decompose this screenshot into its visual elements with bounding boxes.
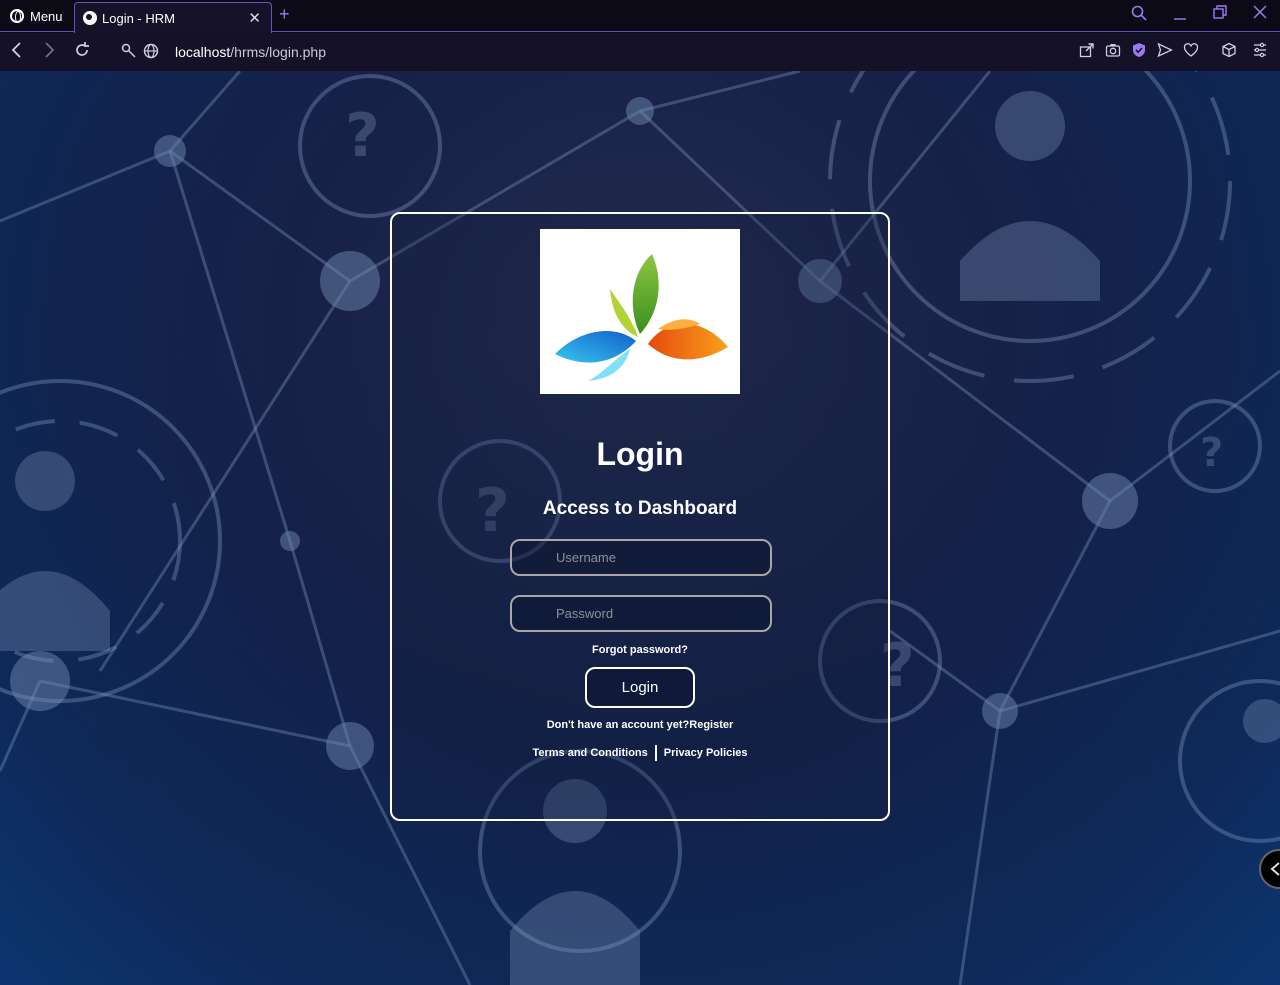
send-icon[interactable] <box>1157 42 1174 62</box>
reload-icon[interactable] <box>74 41 90 64</box>
vpn-shield-icon[interactable] <box>1131 42 1147 62</box>
share-icon[interactable] <box>1079 42 1095 62</box>
key-icon[interactable] <box>121 43 137 64</box>
tab-bar: Menu Login - HRM ✕ + <box>0 0 1280 33</box>
url-field[interactable]: localhost/hrms/login.php <box>175 44 326 60</box>
privacy-link[interactable]: Privacy Policies <box>664 747 748 759</box>
cube-icon[interactable] <box>1221 42 1237 62</box>
register-prompt-line: Don't have an account yet?Register <box>392 719 888 731</box>
company-logo <box>540 229 740 394</box>
address-bar: localhost/hrms/login.php <box>0 33 1280 71</box>
tab-title: Login - HRM <box>102 10 175 26</box>
login-button[interactable]: Login <box>585 667 695 708</box>
login-page: ? ? ? ? Login Access to Dashboard Userna… <box>0 71 1280 985</box>
easy-setup-icon[interactable] <box>1253 42 1267 62</box>
search-tabs-icon[interactable] <box>1131 5 1147 25</box>
username-input[interactable] <box>510 539 772 576</box>
page-title: Login <box>596 436 684 472</box>
login-card: Login Access to Dashboard Forgot passwor… <box>390 212 890 821</box>
svg-text:?: ? <box>345 101 380 171</box>
forgot-password-link[interactable]: Forgot password? <box>392 644 888 656</box>
footer-links: Terms and Conditions Privacy Policies <box>392 745 888 761</box>
terms-link[interactable]: Terms and Conditions <box>532 747 647 759</box>
menu-label: Menu <box>30 8 63 24</box>
site-info-globe-icon[interactable] <box>143 43 159 64</box>
chevron-left-icon <box>1270 862 1280 876</box>
tab-login-hrm[interactable]: Login - HRM ✕ <box>74 2 272 33</box>
url-path: /hrms/login.php <box>230 44 326 60</box>
register-prompt-text: Don't have an account yet? <box>546 719 690 731</box>
back-icon[interactable] <box>10 41 24 64</box>
links-divider <box>654 745 657 761</box>
browser-menu-button[interactable]: Menu <box>4 4 69 28</box>
restore-icon[interactable] <box>1213 5 1227 23</box>
forward-icon[interactable] <box>42 41 56 64</box>
opera-logo-icon <box>10 9 24 23</box>
globe-icon <box>83 11 97 25</box>
camera-icon[interactable] <box>1105 42 1121 62</box>
svg-text:?: ? <box>1200 430 1223 476</box>
close-window-icon[interactable] <box>1253 5 1267 23</box>
password-input[interactable] <box>510 595 772 632</box>
close-tab-icon[interactable]: ✕ <box>248 9 261 27</box>
url-host: localhost <box>175 44 231 60</box>
heart-icon[interactable] <box>1183 42 1199 62</box>
page-subtitle: Access to Dashboard <box>542 498 738 519</box>
register-link[interactable]: Register <box>689 719 733 731</box>
new-tab-icon[interactable]: + <box>279 4 290 25</box>
minimize-icon[interactable] <box>1173 5 1187 25</box>
